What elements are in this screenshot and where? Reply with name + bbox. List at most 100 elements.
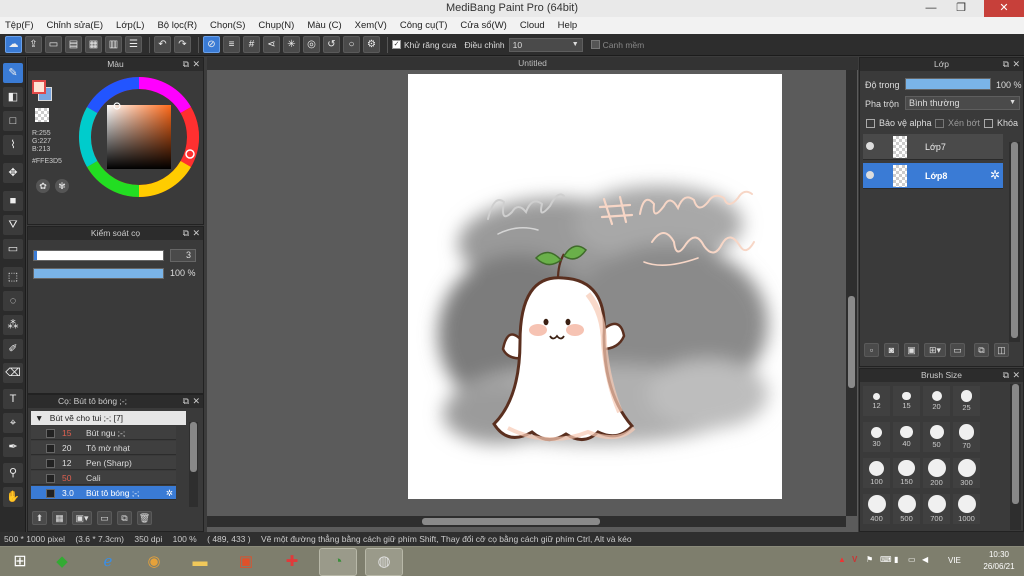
- brush-size-preset[interactable]: 70: [953, 422, 980, 452]
- brush-size-preset[interactable]: 50: [923, 422, 950, 452]
- file-explorer-icon[interactable]: ▬: [182, 549, 218, 575]
- lasso-tool-icon[interactable]: ◌: [3, 291, 23, 311]
- vanishing-point-icon[interactable]: ⋖: [263, 36, 280, 53]
- brush-delete-icon[interactable]: 🗑: [137, 511, 152, 525]
- menu-layer[interactable]: Lớp(L): [116, 20, 144, 31]
- brush-add-menu-icon[interactable]: ▣▾: [72, 511, 92, 525]
- clipping-checkbox[interactable]: [935, 119, 944, 128]
- layer-duplicate-icon[interactable]: ⧉: [974, 343, 989, 357]
- brush-duplicate-icon[interactable]: ⧉: [117, 511, 132, 525]
- maximize-button[interactable]: ❐: [948, 0, 974, 17]
- chat-icon[interactable]: ▤: [65, 36, 82, 53]
- brush-size-preset[interactable]: 200: [923, 458, 950, 488]
- redo-icon[interactable]: ↷: [174, 36, 191, 53]
- brush-size-preset[interactable]: 150: [893, 458, 920, 488]
- brush-tool-icon[interactable]: ✎: [3, 63, 23, 83]
- flag-tray-icon[interactable]: ⚑: [866, 555, 873, 564]
- undo-icon[interactable]: ↶: [154, 36, 171, 53]
- medibang-taskbar-icon[interactable]: ◍: [365, 548, 403, 576]
- share-icon[interactable]: ⇪: [25, 36, 42, 53]
- layer-list-scrollbar[interactable]: [1009, 142, 1020, 342]
- brush-size-preset[interactable]: 12: [863, 386, 890, 416]
- brush-list-scroll-thumb[interactable]: [190, 422, 197, 472]
- brush-list-item[interactable]: 15 Bút ngu ;-;: [31, 426, 176, 440]
- brush-opacity-slider[interactable]: [33, 268, 164, 279]
- minimize-button[interactable]: —: [918, 0, 944, 17]
- circle-snap-icon[interactable]: ○: [343, 36, 360, 53]
- new-halftone-layer-icon[interactable]: ◙: [884, 343, 899, 357]
- battery-tray-icon[interactable]: ▭: [908, 555, 916, 564]
- detach-icon[interactable]: ⧉: [1003, 58, 1009, 71]
- vertical-scrollbar[interactable]: [846, 70, 857, 516]
- smooth-checkbox[interactable]: [590, 40, 600, 49]
- menu-color[interactable]: Màu (C): [307, 20, 341, 31]
- brush-size-scrollbar[interactable]: [1010, 384, 1021, 530]
- magic-wand-icon[interactable]: ⁂: [3, 315, 23, 335]
- cloud-icon[interactable]: ☁: [5, 36, 22, 53]
- operation-tool-icon[interactable]: ⌖: [3, 413, 23, 433]
- adjust-dropdown[interactable]: 10 ▼: [508, 37, 583, 52]
- coccoc-icon[interactable]: ◔: [319, 548, 357, 576]
- office-app-icon[interactable]: ▣: [228, 549, 264, 575]
- brush-group-header[interactable]: ▼ Bút vẽ cho tui ;-; [7]: [31, 411, 186, 425]
- clock-date[interactable]: 26/06/21: [982, 562, 1016, 571]
- curve-snap-icon[interactable]: ↺: [323, 36, 340, 53]
- horizontal-scroll-thumb[interactable]: [422, 518, 600, 525]
- menu-view[interactable]: Xem(V): [355, 20, 387, 31]
- snap-settings-icon[interactable]: ⚙: [363, 36, 380, 53]
- palette-icon[interactable]: ✿: [36, 179, 50, 193]
- radial-snap-icon[interactable]: ✳: [283, 36, 300, 53]
- close-button[interactable]: ✕: [984, 0, 1024, 17]
- visibility-eye-icon[interactable]: [866, 171, 874, 179]
- layer-folder-icon[interactable]: ▭: [950, 343, 965, 357]
- brush-settings-gear-icon[interactable]: ✲: [166, 486, 173, 500]
- palette-settings-icon[interactable]: ✾: [55, 179, 69, 193]
- brush-size-preset[interactable]: 400: [863, 494, 890, 524]
- document-icon[interactable]: ▦: [85, 36, 102, 53]
- layer-add-menu-icon[interactable]: ⊞▾: [924, 343, 946, 357]
- horizontal-scrollbar[interactable]: [207, 516, 846, 527]
- brush-copy-icon[interactable]: ▦: [52, 511, 67, 525]
- comment-icon[interactable]: ▭: [45, 36, 62, 53]
- menu-window[interactable]: Cửa sổ(W): [460, 20, 506, 31]
- text-tool-icon[interactable]: T: [3, 389, 23, 409]
- list-icon[interactable]: ☰: [125, 36, 142, 53]
- gradient-tool-icon[interactable]: ▭: [3, 239, 23, 259]
- menu-tools[interactable]: Công cụ(T): [400, 20, 448, 31]
- snap-off-icon[interactable]: ⊘: [203, 36, 220, 53]
- volume-tray-icon[interactable]: ◀: [922, 555, 928, 564]
- chrome-icon[interactable]: ◉: [136, 549, 172, 575]
- menu-cloud[interactable]: Cloud: [520, 20, 545, 31]
- brush-size-value[interactable]: 3: [170, 249, 196, 262]
- panel-close-icon[interactable]: ✕: [192, 58, 200, 71]
- brush-list-item-selected[interactable]: 3.0 Bút tô bóng ;-; ✲: [31, 486, 176, 500]
- panel-close-icon[interactable]: ✕: [1012, 369, 1020, 382]
- cross-snap-icon[interactable]: #: [243, 36, 260, 53]
- panel-close-icon[interactable]: ✕: [192, 227, 200, 240]
- move-tool-icon[interactable]: ✥: [3, 163, 23, 183]
- brush-size-preset[interactable]: 1000: [953, 494, 980, 524]
- brush-folder-icon[interactable]: ▭: [97, 511, 112, 525]
- eraser-tool-icon[interactable]: ◧: [3, 87, 23, 107]
- hand-tool-icon[interactable]: ✋: [3, 487, 23, 507]
- parallel-snap-icon[interactable]: ≡: [223, 36, 240, 53]
- clock-time[interactable]: 10:30: [982, 550, 1016, 559]
- brush-list-item[interactable]: 20 Tô mờ nhạt: [31, 441, 176, 455]
- foreground-color-swatch[interactable]: [32, 80, 46, 94]
- brush-size-scroll-thumb[interactable]: [1012, 384, 1019, 504]
- internet-explorer-icon[interactable]: ℯ: [90, 549, 126, 575]
- brush-size-preset[interactable]: 25: [953, 386, 980, 416]
- document-tab[interactable]: Untitled: [207, 57, 858, 70]
- add-brush-icon[interactable]: ⬆: [32, 511, 47, 525]
- brush-list-item[interactable]: 12 Pen (Sharp): [31, 456, 176, 470]
- blur-tool-icon[interactable]: ⌇: [3, 135, 23, 155]
- grid-icon[interactable]: ▥: [105, 36, 122, 53]
- panel-close-icon[interactable]: ✕: [192, 395, 200, 408]
- menu-snap[interactable]: Chụp(N): [258, 20, 294, 31]
- layer-list-scroll-thumb[interactable]: [1011, 142, 1018, 338]
- bluestacks-icon[interactable]: ◆: [44, 549, 80, 575]
- detach-icon[interactable]: ⧉: [1003, 369, 1009, 382]
- blend-mode-dropdown[interactable]: Bình thường ▼: [905, 96, 1020, 110]
- brush-size-slider[interactable]: [33, 250, 164, 261]
- protect-alpha-checkbox[interactable]: [866, 119, 875, 128]
